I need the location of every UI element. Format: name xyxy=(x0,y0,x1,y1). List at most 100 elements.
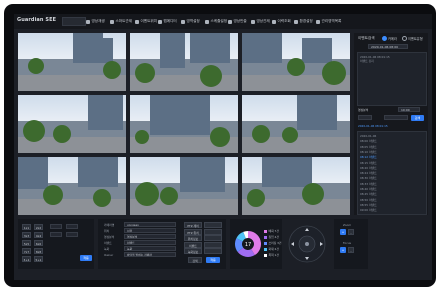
list-item[interactable]: 08:05 이벤트 xyxy=(360,145,377,149)
camera-tile[interactable] xyxy=(242,157,350,215)
list-item[interactable]: 2020-01-06 xyxy=(360,134,376,138)
list-item[interactable]: 08:15 이벤트 xyxy=(360,161,377,165)
list-item[interactable]: 08:45 이벤트 xyxy=(360,192,377,196)
info-value[interactable]: 서울 xyxy=(124,228,176,233)
camera-tree xyxy=(53,125,71,143)
info-action-button[interactable] xyxy=(204,222,222,228)
layout-spinner[interactable] xyxy=(66,232,78,237)
list-item[interactable]: 08:50 이벤트 xyxy=(360,198,377,202)
nav-item-2[interactable]: 이벤트위치 xyxy=(135,18,157,25)
schedule-icon xyxy=(205,19,209,24)
list-item[interactable]: 08:40 이벤트 xyxy=(360,187,377,191)
layout-spinner[interactable] xyxy=(66,224,78,229)
camera-tree xyxy=(28,58,44,74)
list-item[interactable]: 이벤트 감지 xyxy=(360,59,374,63)
location-icon xyxy=(135,19,139,24)
nav-item-label: 관리영역목록 xyxy=(321,19,342,23)
layout-button[interactable]: 5+1 xyxy=(34,256,43,262)
info-action-button[interactable] xyxy=(204,241,222,248)
camera-building xyxy=(160,33,185,68)
info-value[interactable]: 이벤트 xyxy=(124,240,176,245)
legend-label: 침입 4건 xyxy=(268,235,279,239)
layout-button[interactable]: 8x8 xyxy=(34,248,43,254)
list-item[interactable]: 08:20 이벤트 xyxy=(360,166,377,170)
nav-item-9[interactable]: 환경설정 xyxy=(294,18,313,25)
camera-building xyxy=(93,38,113,63)
layout-spinner[interactable] xyxy=(50,232,62,237)
info-value[interactable]: 바닥을 밝히는 카메라 xyxy=(124,252,176,257)
list-item[interactable]: 09:00 이벤트 xyxy=(360,208,377,212)
list-item[interactable]: 08:12 이벤트 xyxy=(360,155,377,159)
nav-item-5[interactable]: 스케줄설정 xyxy=(205,18,227,25)
list-item[interactable]: 08:30 이벤트 xyxy=(360,176,377,180)
date-field[interactable]: 2020-01-06 08:00 xyxy=(368,44,408,49)
camera-tree xyxy=(160,187,178,205)
ptz-joystick[interactable] xyxy=(286,222,332,266)
site-selector-dropdown[interactable] xyxy=(62,17,86,26)
list-item[interactable]: 08:00 이벤트 xyxy=(360,139,377,143)
layout-button[interactable]: 3x3 xyxy=(22,232,31,238)
layout-button[interactable]: 5x5 xyxy=(22,240,31,246)
camera-tile[interactable] xyxy=(18,157,126,215)
nav-item-8[interactable]: 이력조회 xyxy=(272,18,291,25)
nav-item-7[interactable]: 영상관제 xyxy=(251,18,270,25)
end-time-field[interactable] xyxy=(384,115,408,120)
zoom-out-button[interactable]: - xyxy=(348,229,354,235)
layout-button[interactable]: 4x4 xyxy=(34,232,43,238)
layout-button[interactable]: 6x6 xyxy=(34,240,43,246)
camera-tile[interactable] xyxy=(18,95,126,153)
camera-tree xyxy=(200,65,222,87)
info-action-button[interactable]: PTZ 제어 xyxy=(184,222,202,228)
nav-item-3[interactable]: 맵에디터 xyxy=(158,18,177,25)
info-value[interactable]: 영상분석 xyxy=(124,234,176,239)
camera-tile[interactable] xyxy=(130,157,238,215)
nav-item-10[interactable]: 관리영역목록 xyxy=(316,18,341,25)
list-item[interactable]: 08:10 이벤트 xyxy=(360,150,377,154)
info-action-button[interactable] xyxy=(204,235,222,241)
info-search-button[interactable]: 검색 xyxy=(188,257,202,263)
legend-swatch xyxy=(264,241,267,245)
legend-item: 배회 7건 xyxy=(264,229,279,233)
nav-item-0[interactable]: 영상재생 xyxy=(86,18,105,25)
zoom-in-button[interactable]: + xyxy=(340,229,346,235)
camera-tile[interactable] xyxy=(242,33,350,91)
nav-item-label: 영상반출 xyxy=(233,19,247,23)
list-item[interactable]: 08:24 이벤트 xyxy=(360,171,377,175)
layout-spinner[interactable] xyxy=(50,224,62,229)
info-action-button[interactable] xyxy=(204,248,222,254)
layout-button[interactable]: 2x2 xyxy=(34,224,43,230)
nav-item-1[interactable]: 스마트관제 xyxy=(110,18,132,25)
layout-button[interactable]: 1x1 xyxy=(22,224,31,230)
legend-item: 침입 4건 xyxy=(264,235,279,239)
list-item[interactable]: 08:33 이벤트 xyxy=(360,182,377,186)
time-field[interactable]: 10:00 xyxy=(398,107,420,112)
info-action-button[interactable]: 위치정보 xyxy=(184,235,202,241)
nav-item-6[interactable]: 영상반출 xyxy=(228,18,247,25)
search-button[interactable]: 검색 xyxy=(411,115,424,121)
camera-tile[interactable] xyxy=(242,95,350,153)
radio-camera[interactable]: 카메라 xyxy=(382,36,397,41)
list-item[interactable]: 08:55 이벤트 xyxy=(360,203,377,207)
info-value[interactable]: yongsan xyxy=(124,222,176,227)
info-label: Owner xyxy=(104,253,114,257)
camera-tile[interactable] xyxy=(130,33,238,91)
focus-in-button[interactable]: + xyxy=(340,247,346,253)
camera-building xyxy=(190,33,230,63)
apply-layout-button[interactable]: 적용 xyxy=(80,255,92,261)
layout-button[interactable]: 3+1 xyxy=(22,256,31,262)
info-action-button[interactable]: PTZ 위치 xyxy=(184,228,202,235)
radio-event-type[interactable]: 이벤트유형 xyxy=(402,36,423,41)
focus-out-button[interactable]: - xyxy=(348,247,354,253)
start-time-field[interactable] xyxy=(358,115,372,120)
layout-button[interactable]: 7x7 xyxy=(22,248,31,254)
info-action-button[interactable] xyxy=(204,228,222,235)
filter-label: 영상분석 xyxy=(358,108,369,112)
info-value[interactable]: 녹화 xyxy=(124,246,176,251)
info-action-button[interactable]: 이벤트 xyxy=(184,241,202,248)
nav-item-4[interactable]: 영역설정 xyxy=(181,18,200,25)
info-apply-button[interactable]: 적용 xyxy=(206,257,220,263)
info-action-button[interactable]: 녹화정보 xyxy=(184,248,202,254)
camera-tile[interactable] xyxy=(130,95,238,153)
camera-tile[interactable] xyxy=(18,33,126,91)
app-screen: Guardian SEE 영상재생 스마트관제 이벤트위치 맵에디터 영역설정 스케줄설정… xyxy=(14,14,432,280)
